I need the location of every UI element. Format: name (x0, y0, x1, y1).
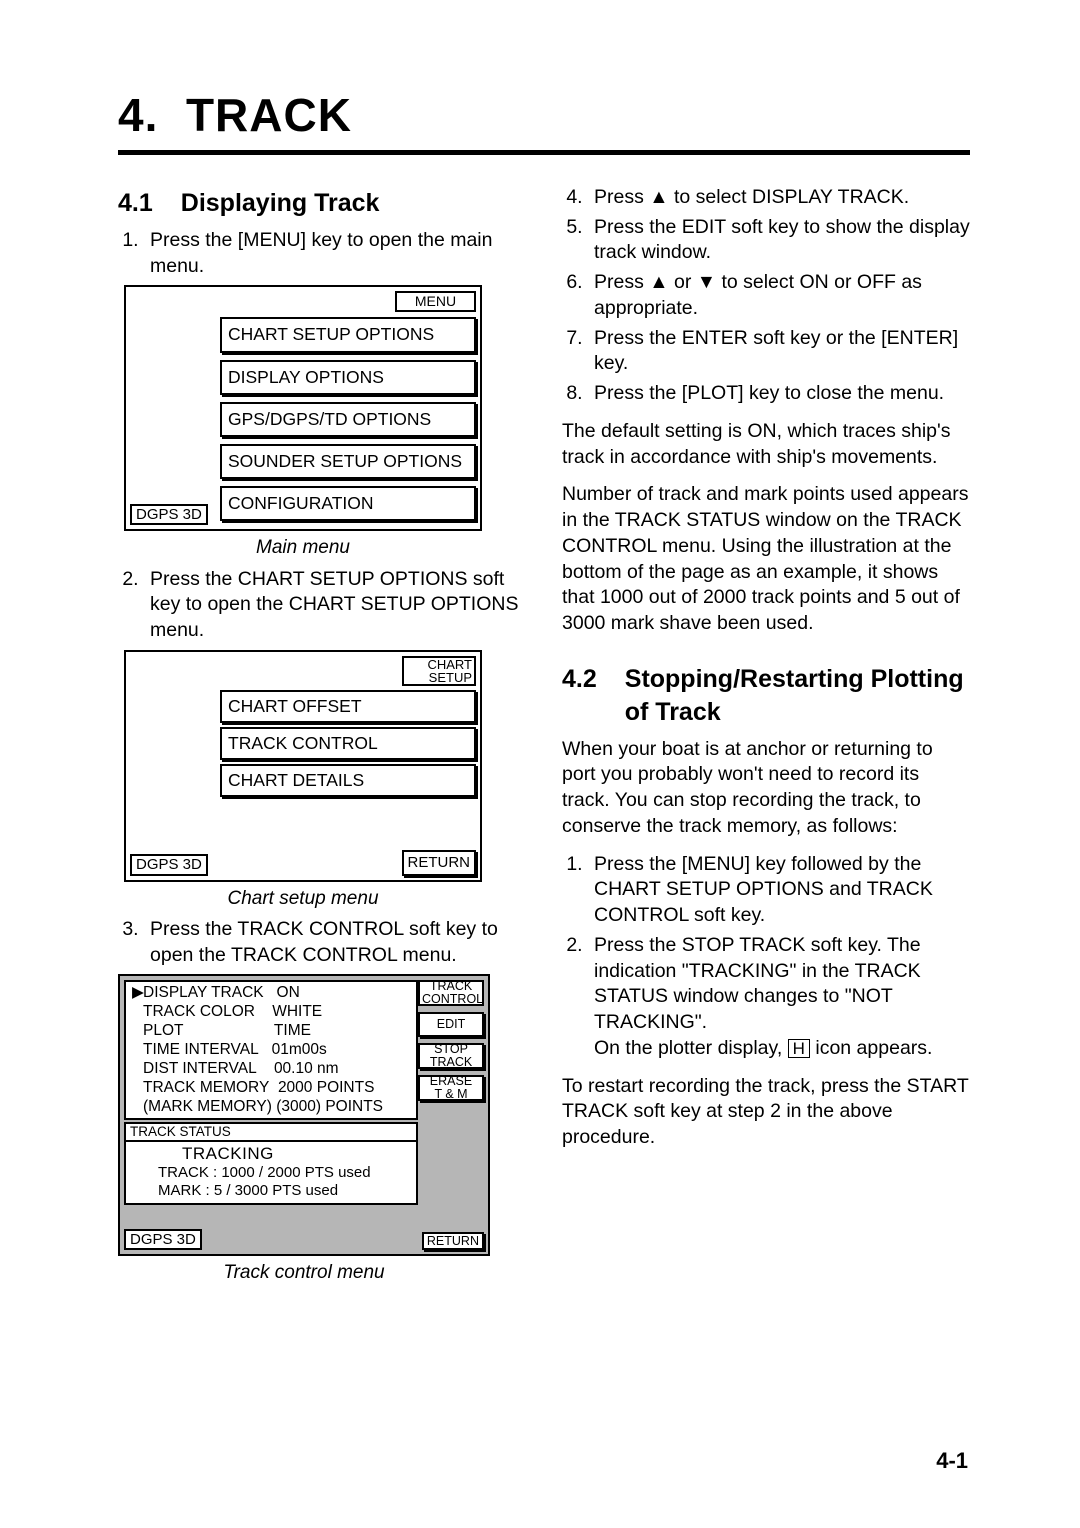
figure-caption: Main menu (124, 535, 482, 560)
chapter-name: TRACK (186, 89, 352, 141)
step-item: Press the TRACK CONTROL soft key to open… (144, 917, 526, 968)
step-item: Press the [PLOT] key to close the menu. (588, 381, 970, 407)
softkey-header: TRACK CONTROL (418, 980, 484, 1006)
tracking-status: TRACKING (126, 1142, 416, 1164)
step-item: Press the EDIT soft key to show the disp… (588, 215, 970, 266)
figure-main-menu: MENU CHART SETUP OPTIONS DISPLAY OPTIONS… (124, 285, 482, 560)
menu-item: CONFIGURATION (220, 486, 476, 521)
section-4-1-heading: 4.1 Displaying Track (118, 187, 526, 220)
paragraph: To restart recording the track, press th… (562, 1074, 970, 1151)
step-item: Press the [MENU] key followed by the CHA… (588, 852, 970, 929)
track-points-line: TRACK : 1000 / 2000 PTS used (126, 1164, 416, 1182)
menu-item: SOUNDER SETUP OPTIONS (220, 444, 476, 479)
step-item: Press ▲ to select DISPLAY TRACK. (588, 185, 970, 211)
figure-caption: Chart setup menu (124, 886, 482, 911)
menu-item: TRACK CONTROL (220, 727, 476, 760)
menu-item: CHART DETAILS (220, 764, 476, 797)
chapter-title: 4. TRACK (118, 88, 970, 142)
track-status-box: TRACK STATUS TRACKING TRACK : 1000 / 200… (124, 1122, 418, 1206)
gps-status-chip: DGPS 3D (124, 1229, 202, 1251)
page-number: 4-1 (936, 1448, 968, 1474)
section-4-2-heading: 4.2 Stopping/Restarting Plotting of Trac… (562, 663, 970, 729)
menu-item: CHART OFFSET (220, 690, 476, 723)
menu-item: DISPLAY OPTIONS (220, 360, 476, 395)
paragraph: The default setting is ON, which traces … (562, 419, 970, 470)
section-number: 4.1 (118, 187, 153, 220)
stop-track-softkey: STOP TRACK (418, 1043, 484, 1069)
track-status-header: TRACK STATUS (126, 1124, 416, 1142)
softkey-header: CHART SETUP (402, 656, 476, 687)
gps-status-chip: DGPS 3D (130, 854, 208, 876)
paragraph: Number of track and mark points used app… (562, 482, 970, 636)
chapter-rule (118, 150, 970, 155)
figure-track-control-menu: ▶DISPLAY TRACK ON TRACK COLOR WHITE PLOT… (118, 974, 490, 1285)
section-title: Displaying Track (181, 187, 526, 220)
steps-3: Press the TRACK CONTROL soft key to open… (118, 917, 526, 968)
steps-4to8: Press ▲ to select DISPLAY TRACK. Press t… (562, 185, 970, 407)
steps-2: Press the CHART SETUP OPTIONS soft key t… (118, 567, 526, 644)
edit-softkey: EDIT (418, 1012, 484, 1037)
left-column: 4.1 Displaying Track Press the [MENU] ke… (118, 183, 526, 1291)
return-softkey: RETURN (422, 1232, 484, 1251)
steps-s42: Press the [MENU] key followed by the CHA… (562, 852, 970, 1062)
step-item: Press the CHART SETUP OPTIONS soft key t… (144, 567, 526, 644)
plotter-note: On the plotter display, H icon appears. (594, 1037, 932, 1059)
menu-item: GPS/DGPS/TD OPTIONS (220, 402, 476, 437)
erase-tm-softkey: ERASE T & M (418, 1075, 484, 1101)
softkey-menu-header: MENU (395, 291, 476, 311)
gps-status-chip: DGPS 3D (130, 504, 208, 526)
paragraph: When your boat is at anchor or returning… (562, 737, 970, 840)
right-column: Press ▲ to select DISPLAY TRACK. Press t… (562, 183, 970, 1291)
h-icon: H (788, 1039, 810, 1058)
menu-item: CHART SETUP OPTIONS (220, 317, 476, 352)
section-title: Stopping/Restarting Plotting of Track (625, 663, 970, 729)
figure-chart-setup-menu: CHART SETUP CHART OFFSET TRACK CONTROL C… (124, 650, 482, 911)
return-softkey: RETURN (402, 850, 477, 876)
track-settings-box: ▶DISPLAY TRACK ON TRACK COLOR WHITE PLOT… (124, 980, 418, 1119)
figure-caption: Track control menu (118, 1260, 490, 1285)
step-item: Press ▲ or ▼ to select ON or OFF as appr… (588, 270, 970, 321)
mark-points-line: MARK : 5 / 3000 PTS used (126, 1182, 416, 1203)
step-item: Press the STOP TRACK soft key. The indic… (588, 933, 970, 1062)
chapter-number: 4. (118, 89, 158, 141)
step-item: Press the [MENU] key to open the main me… (144, 228, 526, 279)
step-item: Press the ENTER soft key or the [ENTER] … (588, 326, 970, 377)
steps-1: Press the [MENU] key to open the main me… (118, 228, 526, 279)
section-number: 4.2 (562, 663, 597, 696)
